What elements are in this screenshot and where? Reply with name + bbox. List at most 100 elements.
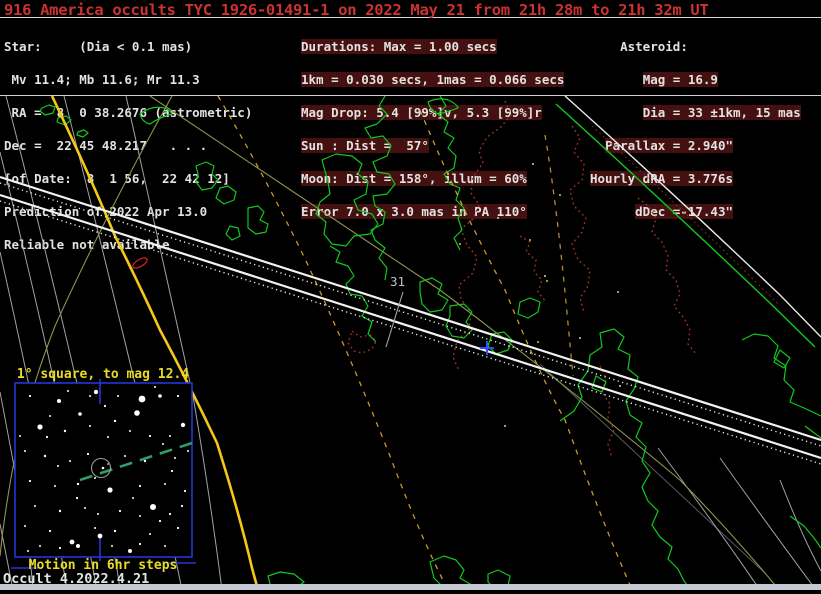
star-dot	[617, 291, 619, 293]
header-info: Star: (Dia < 0.1 mas) Mv 11.4; Mb 11.6; …	[0, 18, 821, 96]
star-dot	[158, 394, 162, 398]
star-dot	[117, 395, 119, 397]
star-dot	[181, 423, 185, 427]
star-dot	[124, 455, 126, 457]
star-dot	[37, 424, 42, 429]
star-dot	[27, 550, 29, 552]
visibility-boundary	[556, 96, 821, 347]
map-specks	[459, 163, 621, 427]
star-dot	[111, 545, 113, 547]
star-dot	[107, 436, 109, 438]
error-ellipse	[131, 256, 148, 270]
star-dot	[532, 163, 534, 165]
star-dot	[177, 395, 179, 397]
star-dot	[24, 450, 26, 452]
star-dot	[59, 510, 61, 512]
star-dot	[76, 497, 78, 499]
inset-star-chart: 1° square, to mag 12.4 Motion in 6hr ste…	[11, 367, 196, 573]
star-dot	[159, 520, 161, 522]
star-dot	[114, 530, 116, 532]
version-label: Occult 4.2022.4.21	[3, 571, 149, 587]
asteroid-line: Mag = 16.9	[590, 74, 801, 85]
star-dot	[57, 465, 59, 467]
star-dot	[150, 504, 156, 510]
star-dot	[544, 275, 546, 277]
star-dot	[537, 341, 539, 343]
star-dot	[139, 543, 141, 545]
star-dot	[162, 443, 164, 445]
star-dot	[134, 410, 140, 416]
asteroid-heading: Asteroid:	[590, 41, 801, 52]
prediction-map: 31 1° square, to mag 12.4 Motion in 6hr …	[0, 96, 821, 590]
star-dot	[579, 337, 581, 339]
star-dot	[59, 547, 61, 549]
star-dot	[139, 396, 146, 403]
star-dot	[49, 530, 51, 532]
star-dot	[54, 485, 56, 487]
star-dot	[87, 453, 89, 455]
star-dot	[57, 399, 61, 403]
star-dot	[164, 483, 166, 485]
star-dot	[39, 545, 41, 547]
star-dot	[187, 450, 189, 452]
star-dot	[34, 505, 36, 507]
map-canvas: 31 1° square, to mag 12.4 Motion in 6hr …	[0, 96, 821, 590]
star-dot	[132, 497, 134, 499]
star-dot	[114, 420, 116, 422]
star-dot	[459, 243, 461, 245]
star-dot	[104, 405, 106, 407]
star-dot	[177, 527, 179, 529]
star-dot	[619, 385, 621, 387]
star-line: Star: (Dia < 0.1 mas)	[4, 41, 252, 52]
duration-line: 1km = 0.030 secs, 1mas = 0.066 secs	[301, 74, 564, 85]
star-dot	[24, 525, 26, 527]
star-dot	[76, 544, 80, 548]
inset-border	[15, 383, 192, 557]
star-dot	[128, 549, 132, 553]
star-dot	[149, 435, 151, 437]
star-line: Mv 11.4; Mb 11.6; Mr 11.3	[4, 74, 252, 85]
olive-long-line	[150, 96, 775, 585]
star-dot	[94, 390, 98, 394]
star-dot	[102, 467, 105, 470]
event-title: 916 America occults TYC 1926-01491-1 on …	[4, 1, 708, 19]
star-dot	[70, 540, 75, 545]
star-dot	[29, 480, 31, 482]
boundary-green-line	[556, 104, 815, 347]
star-dot	[107, 487, 112, 492]
star-dot	[119, 510, 121, 512]
occult-prediction-window: { "title": "916 America occults TYC 1926…	[0, 0, 821, 590]
time-tick: 31	[386, 274, 405, 347]
sun-altitude-dashed-curves	[218, 96, 630, 590]
star-dot	[67, 390, 69, 392]
star-dot	[149, 533, 151, 535]
star-dot	[154, 386, 156, 388]
inset-title: 1° square, to mag 12.4	[17, 367, 189, 382]
star-dot	[184, 490, 186, 492]
star-dot	[78, 412, 82, 416]
star-dot	[171, 470, 173, 472]
star-dot	[98, 534, 103, 539]
star-dot	[164, 545, 166, 547]
star-dot	[89, 395, 91, 397]
title-bar: 916 America occults TYC 1926-01491-1 on …	[0, 0, 821, 18]
star-dot	[49, 415, 51, 417]
star-dot	[497, 217, 499, 219]
boundary-white-line	[565, 96, 821, 337]
star-dot	[29, 395, 31, 397]
star-dot	[529, 239, 531, 241]
star-dot	[169, 513, 171, 515]
time-tick-label: 31	[390, 274, 405, 289]
star-dot	[546, 280, 548, 282]
star-dot	[97, 513, 99, 515]
star-dot	[46, 436, 48, 438]
star-dot	[139, 515, 141, 517]
star-dot	[94, 477, 96, 479]
star-dot	[174, 457, 176, 459]
star-dot	[69, 460, 71, 462]
star-dot	[559, 194, 561, 196]
star-dot	[107, 463, 109, 465]
duration-line: Durations: Max = 1.00 secs	[301, 41, 564, 52]
star-dot	[19, 435, 21, 437]
star-dot	[44, 455, 46, 457]
